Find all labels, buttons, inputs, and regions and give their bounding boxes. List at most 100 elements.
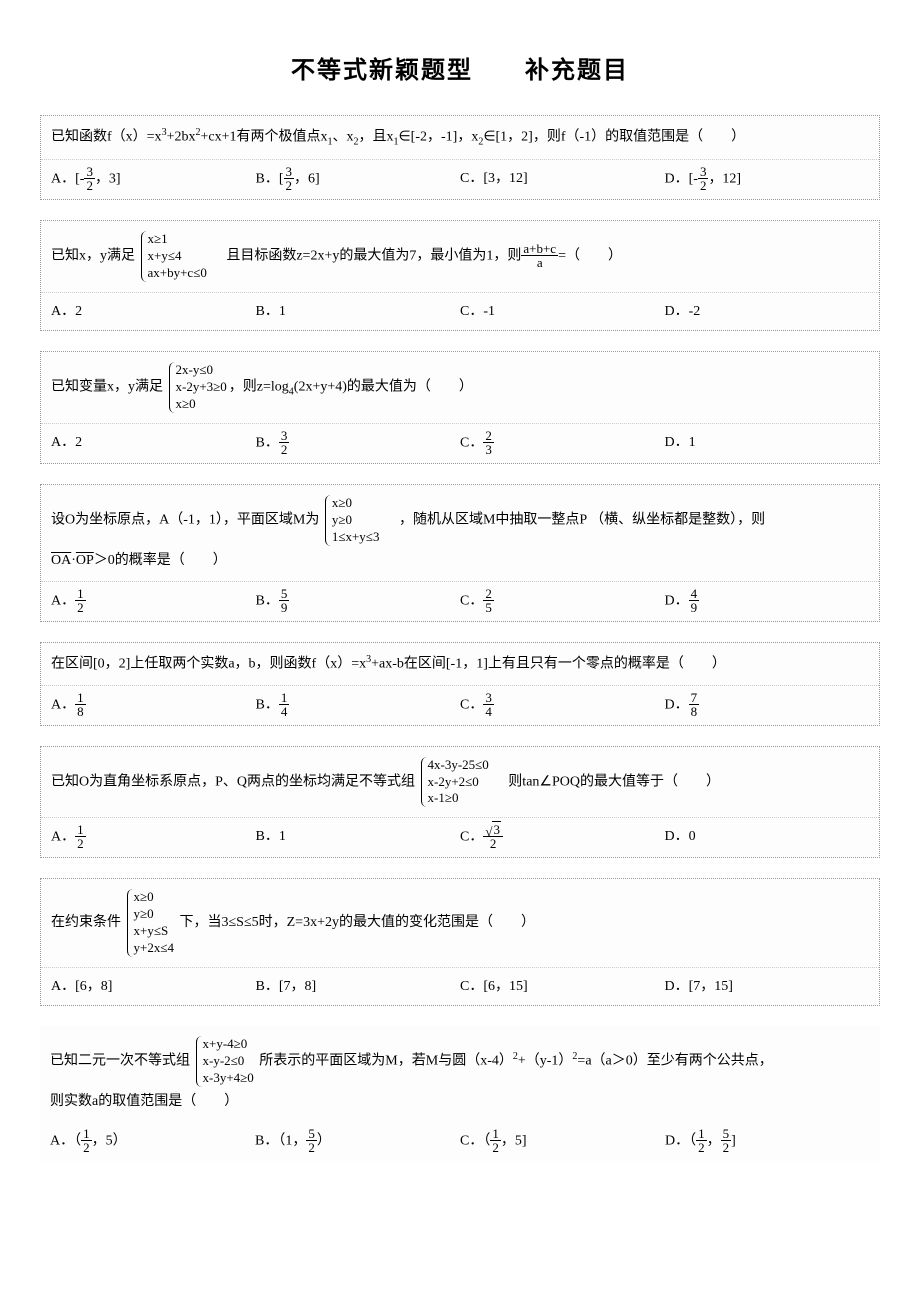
d: 2 — [279, 443, 290, 456]
t: ＞0的概率是（ ） — [94, 553, 227, 568]
t: D． — [665, 594, 689, 609]
choice-b: B．1 — [256, 824, 461, 851]
c: y+2x≤4 — [134, 940, 174, 957]
t: D． — [665, 697, 689, 712]
choice-a: A．[-32，3] — [51, 166, 256, 193]
frac: 18 — [75, 691, 86, 718]
choice-b: B．1 — [256, 299, 461, 324]
d: 8 — [75, 705, 86, 718]
brace: x≥1 x+y≤4 ax+by+c≤0 — [141, 231, 207, 282]
choices: A．（12，5） B．（1，52） C．（12，5] D．（12，52] — [40, 1122, 880, 1161]
t: A． — [51, 697, 75, 712]
question-5: 在区间[0，2]上任取两个实数a，b，则函数f（x）=x3+ax-b在区间[-1… — [40, 642, 880, 726]
t: C．（ — [460, 1134, 490, 1149]
t: 在约束条件 — [51, 915, 121, 930]
frac: 78 — [689, 691, 700, 718]
c: 2x-y≤0 — [176, 362, 227, 379]
choice-d: D．49 — [665, 588, 870, 615]
choice-b: B．（1，52） — [255, 1128, 460, 1155]
frac: 49 — [689, 587, 700, 614]
t: A． — [51, 830, 75, 845]
c: x+y≤S — [134, 923, 174, 940]
s: 3 — [492, 821, 501, 837]
t: 下，当3≤S≤5时，Z=3x+2y的最大值的变化范围是（ ） — [179, 915, 535, 930]
choice-b: B．[7，8] — [256, 974, 461, 999]
d: 2 — [284, 179, 295, 192]
n: 1 — [696, 1127, 707, 1141]
t: ，12] — [708, 172, 741, 187]
choice-d: D．0 — [665, 824, 870, 851]
choice-d: D．1 — [665, 430, 870, 457]
d: 2 — [81, 1141, 92, 1154]
c: x≥0 — [176, 396, 227, 413]
t: A．[- — [51, 172, 84, 187]
t: +cx+1有两个极值点x — [200, 130, 327, 145]
t: ，随机从区域M中抽取一整点P （横、纵坐标都是整数），则 — [385, 513, 765, 528]
n: 1 — [75, 823, 86, 837]
choice-c: C．[3，12] — [460, 166, 665, 193]
t: C． — [460, 697, 483, 712]
choices: A．2 B．1 C．-1 D．-2 — [41, 293, 879, 330]
t: 已知函数f（x）=x — [51, 130, 162, 145]
choice-d: D．78 — [665, 692, 870, 719]
d: 4 — [483, 705, 494, 718]
d: 2 — [84, 179, 95, 192]
t: B． — [256, 436, 279, 451]
t: C． — [460, 830, 483, 845]
t: ，5] — [501, 1134, 527, 1149]
choice-a: A．12 — [51, 588, 256, 615]
vector-oa: OA — [51, 553, 71, 568]
choices: A．[6，8] B．[7，8] C．[6，15] D．[7，15] — [41, 968, 879, 1005]
t: 且目标函数z=2x+y的最大值为7，最小值为1，则 — [212, 249, 521, 264]
n: 3 — [698, 165, 709, 179]
t: =（ ） — [558, 249, 622, 264]
choices: A．12 B．59 C．25 D．49 — [41, 582, 879, 621]
c: y≥0 — [332, 512, 380, 529]
choice-c: C．[6，15] — [460, 974, 665, 999]
t: A． — [51, 594, 75, 609]
t: +（y-1） — [518, 1054, 573, 1069]
t: ] — [731, 1134, 736, 1149]
n: 1 — [490, 1127, 501, 1141]
brace: 2x-y≤0 x-2y+3≥0 x≥0 — [169, 362, 227, 413]
n: 3 — [279, 429, 290, 443]
choices: A．2 B．32 C．23 D．1 — [41, 424, 879, 463]
question-text: 已知x，y满足 x≥1 x+y≤4 ax+by+c≤0 且目标函数z=2x+y的… — [41, 221, 879, 293]
t: ，3] — [95, 172, 121, 187]
d: 9 — [689, 601, 700, 614]
t: D．（ — [665, 1134, 696, 1149]
t: ，5） — [92, 1134, 127, 1149]
choice-d: D．[-32，12] — [665, 166, 870, 193]
choice-c: C．34 — [460, 692, 665, 719]
d: 2 — [75, 837, 86, 850]
choice-a: A．[6，8] — [51, 974, 256, 999]
c: 1≤x+y≤3 — [332, 529, 380, 546]
question-text: 在区间[0，2]上任取两个实数a，b，则函数f（x）=x3+ax-b在区间[-1… — [41, 643, 879, 686]
frac: 59 — [279, 587, 290, 614]
question-text: 设O为坐标原点，A（-1，1），平面区域M为 x≥0 y≥0 1≤x+y≤3 ，… — [41, 485, 879, 582]
c: x+y-4≥0 — [203, 1036, 254, 1053]
d: 2 — [698, 179, 709, 192]
question-text: 已知变量x，y满足 2x-y≤0 x-2y+3≥0 x≥0 ，则z=log4(2… — [41, 352, 879, 424]
d: 2 — [75, 601, 86, 614]
c: x-2y+3≥0 — [176, 379, 227, 396]
t: C． — [460, 436, 483, 451]
t: 已知二元一次不等式组 — [50, 1054, 190, 1069]
t: ∈[-2，-1]，x — [398, 130, 478, 145]
n: 4 — [689, 587, 700, 601]
choice-a: A．12 — [51, 824, 256, 851]
t: B． — [256, 697, 279, 712]
choice-d: D．[7，15] — [665, 974, 870, 999]
question-8: 已知二元一次不等式组 x+y-4≥0 x-y-2≤0 x-3y+4≥0 所表示的… — [40, 1026, 880, 1161]
choice-d: D．（12，52] — [665, 1128, 870, 1155]
d: 8 — [689, 705, 700, 718]
t: ） — [317, 1134, 331, 1149]
t: D．[- — [665, 172, 698, 187]
brace: 4x-3y-25≤0 x-2y+2≤0 x-1≥0 — [421, 757, 489, 808]
choice-a: A．2 — [51, 299, 256, 324]
c: ax+by+c≤0 — [148, 265, 207, 282]
frac: 32 — [279, 429, 290, 456]
t: 则实数a的取值范围是（ ） — [50, 1094, 238, 1109]
t: A．（ — [50, 1134, 81, 1149]
t: ，6] — [294, 172, 320, 187]
